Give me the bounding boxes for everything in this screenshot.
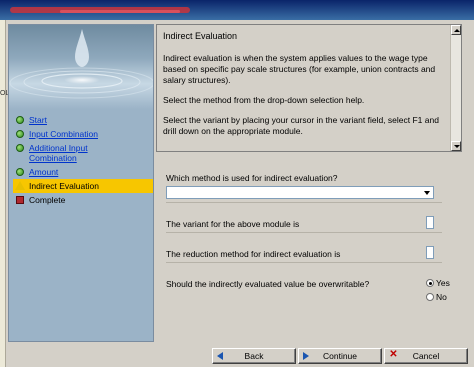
help-scrollbar[interactable] [450, 25, 461, 151]
method-dropdown[interactable] [166, 186, 434, 199]
water-drop-image [9, 25, 153, 109]
wizard-steps-panel: Start Input Combination Additional Input… [8, 24, 154, 342]
cancel-button[interactable]: ✕ Cancel [384, 348, 468, 364]
close-icon: ✕ [389, 349, 398, 360]
radio-yes-label: Yes [436, 278, 450, 288]
step-label[interactable]: Input Combination [29, 129, 98, 139]
help-paragraph: Select the variant by placing your curso… [163, 115, 439, 136]
method-question: Which method is used for indirect evalua… [166, 173, 338, 183]
step-input-combination[interactable]: Input Combination [13, 127, 153, 141]
step-label: Complete [29, 195, 66, 205]
divider [166, 262, 442, 263]
scroll-up-arrow-icon[interactable] [451, 25, 461, 35]
step-indirect-evaluation[interactable]: Indirect Evaluation [13, 179, 153, 193]
window-titlebar [0, 0, 474, 20]
warning-icon [15, 181, 25, 190]
scroll-down-arrow-icon[interactable] [451, 141, 461, 151]
forward-arrow-icon [303, 352, 309, 360]
divider [166, 202, 442, 203]
continue-button[interactable]: Continue [298, 348, 382, 364]
stop-icon [16, 196, 24, 204]
help-content: Indirect Evaluation Indirect evaluation … [163, 31, 449, 146]
help-paragraph: Indirect evaluation is when the system a… [163, 53, 436, 85]
help-text-panel: Indirect Evaluation Indirect evaluation … [156, 24, 462, 152]
step-complete: Complete [13, 193, 153, 207]
radio-no-label: No [436, 292, 447, 302]
back-button[interactable]: Back [212, 348, 296, 364]
help-title: Indirect Evaluation [163, 31, 238, 41]
wizard-button-bar: Back Continue ✕ Cancel [0, 348, 474, 366]
radio-unselected-icon[interactable] [426, 293, 434, 301]
redacted-mark [60, 10, 180, 13]
radio-yes[interactable]: Yes [426, 278, 450, 289]
radio-no[interactable]: No [426, 292, 447, 303]
check-circle-icon [16, 130, 24, 138]
chevron-down-icon[interactable] [424, 191, 430, 195]
wizard-steps-list: Start Input Combination Additional Input… [13, 113, 153, 207]
step-additional-input-combination[interactable]: Additional Input Combination [13, 141, 153, 165]
check-circle-icon [16, 116, 24, 124]
step-amount[interactable]: Amount [13, 165, 153, 179]
reduction-question: The reduction method for indirect evalua… [166, 249, 341, 259]
check-circle-icon [16, 168, 24, 176]
divider [166, 232, 442, 233]
variant-question: The variant for the above module is [166, 219, 300, 229]
variant-field[interactable] [426, 216, 434, 229]
overwritable-question: Should the indirectly evaluated value be… [166, 279, 370, 289]
step-label[interactable]: Start [29, 115, 47, 125]
check-circle-icon [16, 144, 24, 152]
evaluation-form: Which method is used for indirect evalua… [156, 160, 462, 344]
left-edge-strip: OL [0, 20, 9, 367]
step-start[interactable]: Start [13, 113, 153, 127]
radio-selected-icon[interactable] [426, 279, 434, 287]
help-paragraph: Select the method from the drop-down sel… [163, 95, 365, 105]
back-arrow-icon [217, 352, 223, 360]
reduction-method-field[interactable] [426, 246, 434, 259]
step-label[interactable]: Additional Input Combination [29, 143, 113, 163]
step-label[interactable]: Indirect Evaluation [29, 181, 99, 191]
step-label[interactable]: Amount [29, 167, 58, 177]
